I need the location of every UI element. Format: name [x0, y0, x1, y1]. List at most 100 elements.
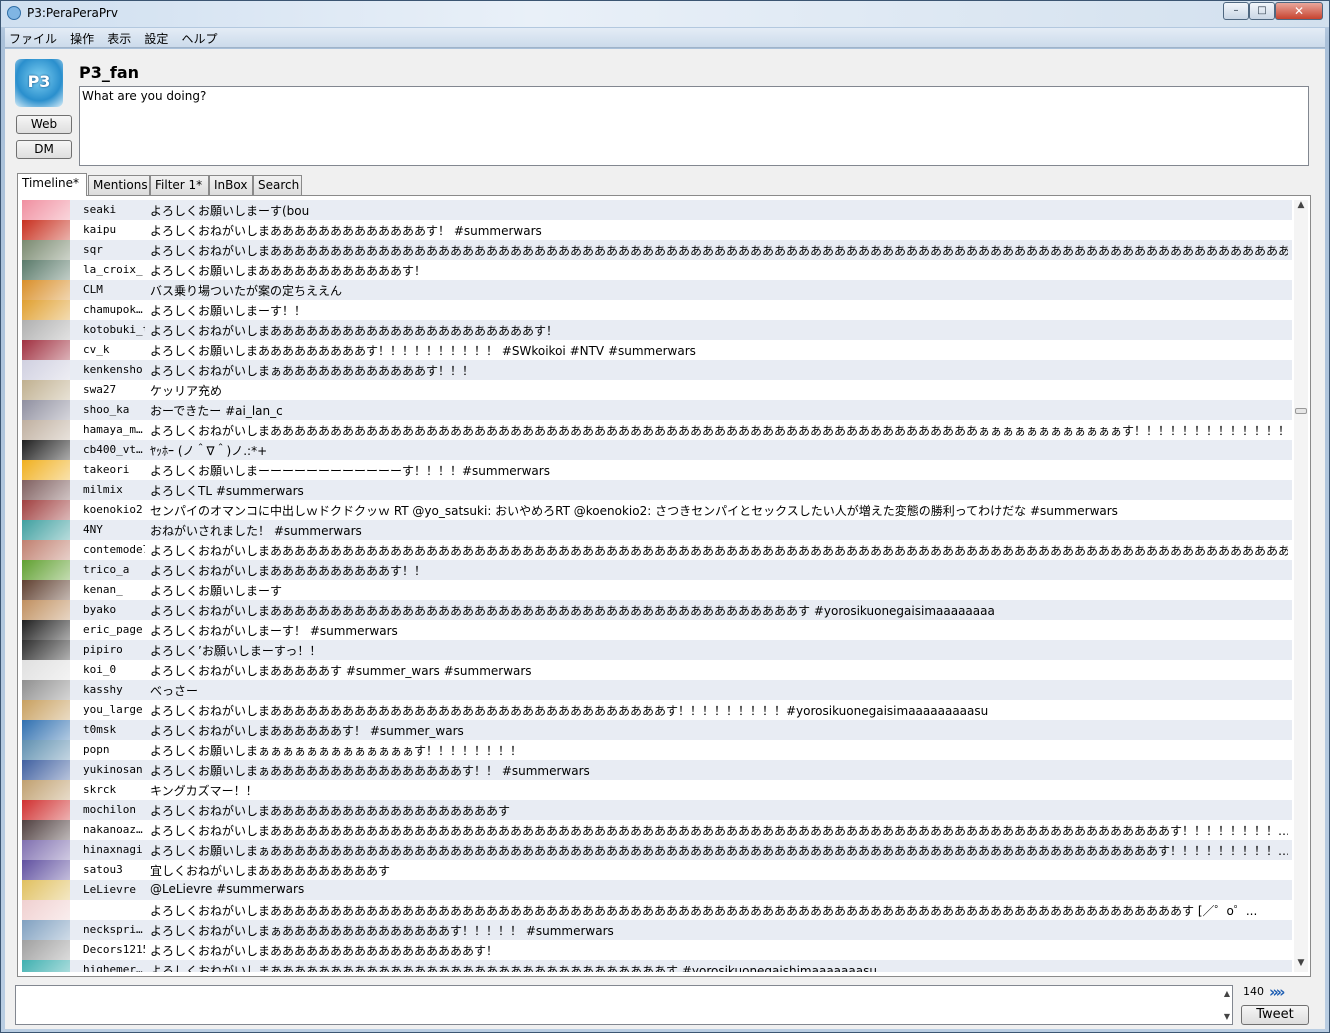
timeline-row[interactable]: yukinosan よろしくお願いしまぁああああああああああああああああす！！ #…	[22, 760, 1292, 780]
timeline-row[interactable]: t0msk よろしくおねがいしまああああああす！ #summer_wars	[22, 720, 1292, 740]
user-avatar-thumb[interactable]	[22, 400, 70, 420]
timeline-row[interactable]: kenan_ よろしくお願いしまーす	[22, 580, 1292, 600]
timeline-row[interactable]: popn よろしくお願いしまぁぁぁぁぁぁぁぁぁぁぁぁぁす！！！！！！！！	[22, 740, 1292, 760]
tweet-username[interactable]: you_large	[83, 703, 145, 716]
tab-mentions[interactable]: Mentions	[88, 175, 150, 195]
timeline-row[interactable]: CLM バス乗り場ついたが案の定ちええん	[22, 280, 1292, 300]
timeline-row[interactable]: kotobuki_t よろしくおねがいしまああああああああああああああああああああ…	[22, 320, 1292, 340]
tweet-username[interactable]: kotobuki_t	[83, 323, 145, 336]
user-avatar-thumb[interactable]	[22, 720, 70, 740]
user-avatar-thumb[interactable]	[22, 780, 70, 800]
timeline-row[interactable]: cb400_vt… ﾔｯﾎｰ (ノ＾∇＾)ノ.:*+	[22, 440, 1292, 460]
user-avatar-thumb[interactable]	[22, 380, 70, 400]
tweet-username[interactable]: satou3	[83, 863, 145, 876]
tweet-username[interactable]: neckspri…	[83, 923, 145, 936]
user-avatar-thumb[interactable]	[22, 660, 70, 680]
user-avatar-thumb[interactable]	[22, 740, 70, 760]
scroll-up-icon[interactable]: ▲	[1294, 200, 1308, 214]
menu-settings[interactable]: 設定	[140, 28, 172, 47]
timeline-row[interactable]: milmix よろしくTL #summerwars	[22, 480, 1292, 500]
timeline-row[interactable]: kenkensho よろしくおねがいしまぁああああああああああああす！！！	[22, 360, 1292, 380]
maximize-button[interactable]: □	[1249, 2, 1275, 20]
tweet-username[interactable]: pipiro	[83, 643, 145, 656]
timeline-scrollbar[interactable]: ▲ ▼	[1294, 200, 1308, 972]
tab-filter[interactable]: Filter 1*	[150, 175, 209, 195]
user-avatar-thumb[interactable]	[22, 340, 70, 360]
web-button[interactable]: Web	[16, 115, 72, 134]
tweet-username[interactable]: takeori	[83, 463, 145, 476]
tweet-username[interactable]: kasshy	[83, 683, 145, 696]
timeline-row[interactable]: mochilon よろしくおねがいしまあああああああああああああああああああす	[22, 800, 1292, 820]
user-avatar-thumb[interactable]	[22, 520, 70, 540]
menu-help[interactable]: ヘルプ	[177, 28, 221, 47]
tweet-button[interactable]: Tweet	[1241, 1005, 1309, 1025]
timeline-row[interactable]: Decors1215 よろしくおねがいしまあああああああああああああああああす！	[22, 940, 1292, 960]
timeline-row[interactable]: takeori よろしくお願いしまーーーーーーーーーーーーす！！！！#summer…	[22, 460, 1292, 480]
tweet-username[interactable]: 4NY	[83, 523, 145, 536]
tab-timeline[interactable]: Timeline*	[17, 173, 87, 196]
user-avatar-thumb[interactable]	[22, 240, 70, 260]
user-avatar-thumb[interactable]	[22, 500, 70, 520]
tweet-username[interactable]: LeLievre	[83, 883, 145, 896]
timeline-row[interactable]: eric_page よろしくおねがいしまーす！ #summerwars	[22, 620, 1292, 640]
timeline-row[interactable]: 4NY おねがいされました！ #summerwars	[22, 520, 1292, 540]
tweet-username[interactable]: contemode7	[83, 543, 145, 556]
tweet-username[interactable]: skrck	[83, 783, 145, 796]
minimize-button[interactable]: –	[1223, 2, 1249, 20]
user-avatar-thumb[interactable]	[22, 920, 70, 940]
timeline-row[interactable]: kaipu よろしくおねがいしまあああああああああああああす！ #summerwa…	[22, 220, 1292, 240]
user-avatar-thumb[interactable]	[22, 220, 70, 240]
user-avatar-thumb[interactable]	[22, 280, 70, 300]
user-avatar-thumb[interactable]	[22, 800, 70, 820]
user-avatar-thumb[interactable]	[22, 700, 70, 720]
user-avatar-thumb[interactable]	[22, 960, 70, 972]
user-avatar-thumb[interactable]	[22, 680, 70, 700]
user-avatar-thumb[interactable]	[22, 860, 70, 880]
user-avatar-thumb[interactable]	[22, 480, 70, 500]
tweet-username[interactable]: cv_k	[83, 343, 145, 356]
timeline-row[interactable]: LeLievre @LeLievre #summerwars	[22, 880, 1292, 900]
tweet-username[interactable]: hinaxnagi	[83, 843, 145, 856]
timeline-row[interactable]: hamaya_m… よろしくおねがいしまあああああああああああああああああああああ…	[22, 420, 1292, 440]
tweet-username[interactable]: sqr	[83, 243, 145, 256]
timeline-row[interactable]: よろしくおねがいしまああああああああああああああああああああああああああああああ…	[22, 900, 1292, 920]
user-avatar-thumb[interactable]	[22, 640, 70, 660]
tweet-username[interactable]: cb400_vt…	[83, 443, 145, 456]
menu-view[interactable]: 表示	[103, 28, 135, 47]
timeline-row[interactable]: nakanoaz… よろしくおねがいしまあああああああああああああああああああああ…	[22, 820, 1292, 840]
timeline-row[interactable]: shoo_ka おーできたー #ai_lan_c	[22, 400, 1292, 420]
user-avatar-thumb[interactable]	[22, 600, 70, 620]
timeline-row[interactable]: byako よろしくおねがいしまあああああああああああああああああああああああああ…	[22, 600, 1292, 620]
timeline-row[interactable]: kasshy べっさー	[22, 680, 1292, 700]
timeline-row[interactable]: cv_k よろしくお願いしまあああああああああす！！！！！！！！！！ #SWkoi…	[22, 340, 1292, 360]
user-avatar-thumb[interactable]	[22, 840, 70, 860]
user-avatar-thumb[interactable]	[22, 260, 70, 280]
tweet-username[interactable]: popn	[83, 743, 145, 756]
user-avatar-thumb[interactable]	[22, 460, 70, 480]
timeline-row[interactable]: skrck キングカズマー！！	[22, 780, 1292, 800]
tweet-input[interactable]: ▲ ▼	[15, 985, 1233, 1025]
tweet-username[interactable]: t0msk	[83, 723, 145, 736]
timeline-row[interactable]: pipiro よろしく’お願いしまーすっ！！	[22, 640, 1292, 660]
tweet-username[interactable]: yukinosan	[83, 763, 145, 776]
timeline-row[interactable]: highemer… よろしくおねがいしまあああああああああああああああああああああ…	[22, 960, 1292, 972]
tweet-username[interactable]: seaki	[83, 203, 145, 216]
tweet-username[interactable]: kenkensho	[83, 363, 145, 376]
user-avatar-thumb[interactable]	[22, 420, 70, 440]
tweet-username[interactable]: la_croix_	[83, 263, 145, 276]
tab-search[interactable]: Search	[253, 175, 302, 195]
tweet-username[interactable]: CLM	[83, 283, 145, 296]
tweet-username[interactable]: chamupok…	[83, 303, 145, 316]
tweet-username[interactable]: trico_a	[83, 563, 145, 576]
tweet-username[interactable]: kaipu	[83, 223, 145, 236]
tab-inbox[interactable]: InBox	[209, 175, 253, 195]
tweet-username[interactable]: koenokio2	[83, 503, 145, 516]
tweet-username[interactable]: swa27	[83, 383, 145, 396]
tweet-username[interactable]: shoo_ka	[83, 403, 145, 416]
timeline-row[interactable]: satou3 宜しくおねがいしまああああああああああす	[22, 860, 1292, 880]
tweet-username[interactable]: byako	[83, 603, 145, 616]
user-avatar-thumb[interactable]	[22, 900, 70, 920]
timeline-row[interactable]: la_croix_ よろしくお願いしまああああああああああああす！	[22, 260, 1292, 280]
tweet-scroll-down-icon[interactable]: ▼	[1224, 1012, 1230, 1021]
timeline-row[interactable]: hinaxnagi よろしくお願いしまぁあああああああああああああああああああああ…	[22, 840, 1292, 860]
